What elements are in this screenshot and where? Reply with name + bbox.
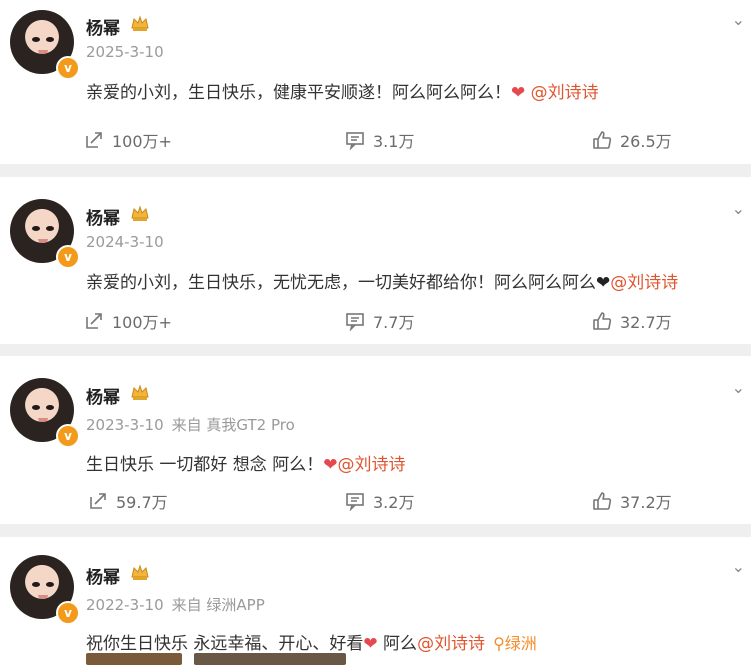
- like-count: 26.5万: [620, 132, 672, 151]
- mention-link[interactable]: @刘诗诗: [531, 83, 599, 103]
- comment-button[interactable]: 3.1万: [345, 128, 414, 152]
- post-source: 来自 真我GT2 Pro: [171, 416, 295, 434]
- avatar[interactable]: v: [10, 199, 80, 269]
- post-actions: 100万+ 3.1万 26.5万: [0, 128, 751, 152]
- avatar-eye: [46, 405, 54, 410]
- avatar[interactable]: v: [10, 378, 80, 448]
- post-meta: 2025-3-10: [86, 43, 164, 61]
- oasis-link[interactable]: ⚲绿洲: [493, 634, 537, 653]
- thumbs-up-icon: [593, 492, 612, 510]
- thumbs-up-icon: [593, 312, 612, 330]
- verified-badge-icon: v: [56, 245, 80, 269]
- share-icon: [86, 132, 102, 148]
- post-date: 2024-3-10: [86, 233, 164, 251]
- post-text: 亲爱的小刘，生日快乐，健康平安顺遂！阿么阿么阿么！: [86, 83, 511, 103]
- heart-icon: ❤: [596, 273, 611, 293]
- heart-icon: ❤: [363, 634, 378, 654]
- post-content: 亲爱的小刘，生日快乐，健康平安顺遂！阿么阿么阿么！❤ @刘诗诗: [86, 78, 599, 103]
- post-text-after: 阿么: [377, 634, 418, 654]
- post-content: 生日快乐 一切都好 想念 阿么！❤@刘诗诗: [86, 450, 405, 475]
- avatar-eye: [32, 37, 40, 42]
- image-thumbnail[interactable]: [194, 653, 346, 665]
- heart-icon: ❤: [323, 455, 338, 475]
- post-source: 来自 绿洲APP: [171, 596, 265, 614]
- avatar-eye: [46, 226, 54, 231]
- weibo-post: v 杨幂 2023-3-10 来自 真我GT2 Pro 生日快乐 一切都好 想念 …: [0, 356, 751, 524]
- avatar-eye: [32, 226, 40, 231]
- post-date: 2023-3-10: [86, 416, 164, 434]
- comment-button[interactable]: 3.2万: [345, 489, 414, 513]
- author-name[interactable]: 杨幂: [86, 204, 120, 229]
- post-text: 生日快乐 一切都好 想念 阿么！: [86, 455, 324, 475]
- comment-icon: [346, 313, 364, 331]
- author-name[interactable]: 杨幂: [86, 14, 120, 39]
- post-meta: 2023-3-10 来自 真我GT2 Pro: [86, 414, 295, 435]
- post-content: 祝你生日快乐 永远幸福、开心、好看❤ 阿么@刘诗诗 ⚲绿洲: [86, 629, 537, 654]
- mention-link[interactable]: @刘诗诗: [610, 273, 678, 293]
- share-icon: [86, 313, 102, 329]
- weibo-post: v 杨幂 2024-3-10 亲爱的小刘，生日快乐，无忧无虑，一切美好都给你！阿…: [0, 177, 751, 344]
- comment-button[interactable]: 7.7万: [345, 309, 414, 333]
- share-button[interactable]: 59.7万: [88, 489, 168, 513]
- avatar[interactable]: v: [10, 10, 80, 80]
- comment-count: 3.1万: [373, 132, 415, 151]
- weibo-post: v 杨幂 2022-3-10 来自 绿洲APP 祝你生日快乐 永远幸福、开心、好看…: [0, 537, 751, 669]
- share-count: 59.7万: [116, 493, 168, 512]
- post-date: 2025-3-10: [86, 43, 164, 61]
- post-meta: 2024-3-10: [86, 233, 164, 251]
- chevron-down-icon[interactable]: ⌄: [732, 557, 745, 576]
- post-content: 亲爱的小刘，生日快乐，无忧无虑，一切美好都给你！阿么阿么阿么❤@刘诗诗: [86, 268, 678, 293]
- weibo-post: v 杨幂 2025-3-10 亲爱的小刘，生日快乐，健康平安顺遂！阿么阿么阿么！…: [0, 0, 751, 164]
- avatar-mouth: [38, 418, 48, 422]
- image-strip: [86, 653, 346, 665]
- avatar-mouth: [38, 595, 48, 599]
- share-button[interactable]: 100万+: [84, 309, 172, 333]
- verified-badge-icon: v: [56, 56, 80, 80]
- comment-icon: [346, 493, 364, 511]
- avatar-mouth: [38, 50, 48, 54]
- post-date: 2022-3-10: [86, 596, 164, 614]
- post-actions: 59.7万 3.2万 37.2万: [0, 489, 751, 513]
- crown-icon: [131, 15, 149, 31]
- mention-link[interactable]: @刘诗诗: [337, 455, 405, 475]
- avatar-eye: [32, 405, 40, 410]
- verified-badge-icon: v: [56, 424, 80, 448]
- chevron-down-icon[interactable]: ⌄: [732, 10, 745, 29]
- image-thumbnail[interactable]: [86, 653, 182, 665]
- crown-icon: [131, 205, 149, 221]
- comment-icon: [346, 132, 364, 150]
- mention-link[interactable]: @刘诗诗: [417, 634, 485, 654]
- chevron-down-icon[interactable]: ⌄: [732, 199, 745, 218]
- like-button[interactable]: 26.5万: [592, 128, 672, 152]
- post-meta: 2022-3-10 来自 绿洲APP: [86, 594, 265, 615]
- chevron-down-icon[interactable]: ⌄: [732, 378, 745, 397]
- avatar-mouth: [38, 239, 48, 243]
- share-count: 100万+: [112, 132, 172, 151]
- like-count: 37.2万: [620, 493, 672, 512]
- author-name[interactable]: 杨幂: [86, 563, 120, 588]
- avatar-eye: [32, 582, 40, 587]
- comment-count: 3.2万: [373, 493, 415, 512]
- verified-badge-icon: v: [56, 601, 80, 625]
- comment-count: 7.7万: [373, 313, 415, 332]
- post-text: 亲爱的小刘，生日快乐，无忧无虑，一切美好都给你！阿么阿么阿么: [86, 273, 596, 293]
- like-button[interactable]: 37.2万: [592, 489, 672, 513]
- crown-icon: [131, 384, 149, 400]
- post-text: 祝你生日快乐 永远幸福、开心、好看: [86, 634, 364, 654]
- heart-icon: ❤: [511, 83, 526, 103]
- share-icon: [90, 493, 106, 509]
- share-count: 100万+: [112, 313, 172, 332]
- avatar[interactable]: v: [10, 555, 80, 625]
- like-button[interactable]: 32.7万: [592, 309, 672, 333]
- avatar-eye: [46, 582, 54, 587]
- oasis-label: 绿洲: [504, 634, 537, 653]
- like-count: 32.7万: [620, 313, 672, 332]
- crown-icon: [131, 564, 149, 580]
- avatar-eye: [46, 37, 54, 42]
- share-button[interactable]: 100万+: [84, 128, 172, 152]
- thumbs-up-icon: [593, 131, 612, 149]
- post-actions: 100万+ 7.7万 32.7万: [0, 309, 751, 333]
- author-name[interactable]: 杨幂: [86, 383, 120, 408]
